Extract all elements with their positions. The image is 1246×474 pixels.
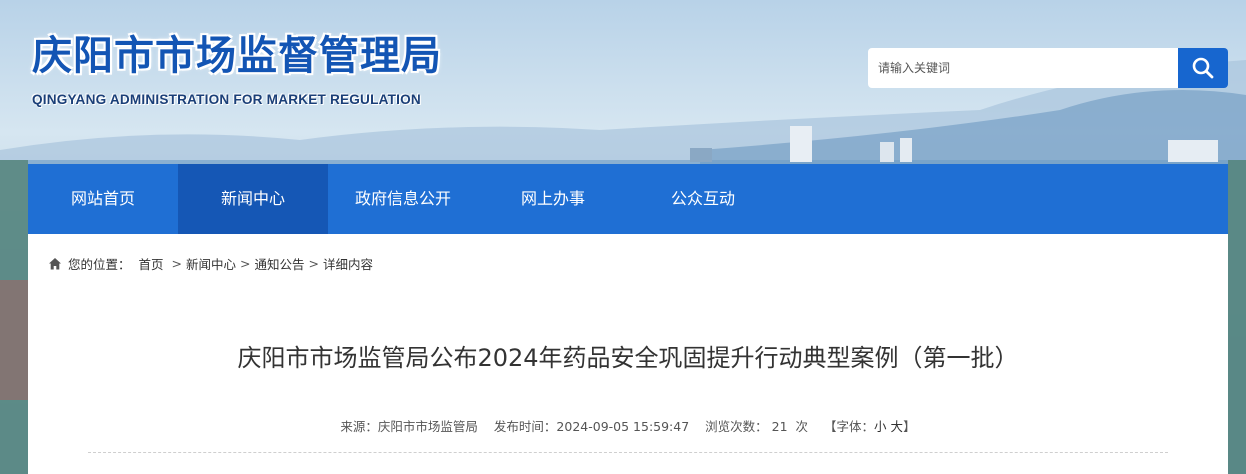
breadcrumb-separator: > (240, 256, 251, 271)
search-input[interactable] (868, 48, 1178, 88)
font-size-label: 【字体： (824, 419, 875, 434)
article-source: 来源：庆阳市市场监管局 (340, 419, 478, 434)
nav-item-news-center[interactable]: 新闻中心 (178, 164, 328, 234)
search-button[interactable] (1178, 48, 1228, 88)
nav-item-online-services[interactable]: 网上办事 (478, 164, 628, 234)
breadcrumb-current: 详细内容 (322, 257, 373, 272)
nav-item-gov-info[interactable]: 政府信息公开 (328, 164, 478, 234)
article-views: 浏览次数： 21 次 (705, 419, 808, 434)
home-icon (49, 257, 61, 269)
breadcrumb-news-center[interactable]: 新闻中心 (186, 254, 236, 273)
article-title: 庆阳市市场监管局公布2024年药品安全巩固提升行动典型案例（第一批） (237, 344, 1019, 372)
content-panel: 您的位置： 首页 > 新闻中心 > 通知公告 > 详细内容 庆阳市市场监管局公布… (28, 234, 1228, 474)
font-size-close: 】 (903, 419, 916, 434)
article-publish-time: 发布时间：2024-09-05 15:59:47 (493, 419, 690, 434)
main-nav: 网站首页 新闻中心 政府信息公开 网上办事 公众互动 (28, 164, 1228, 234)
site-logo-title[interactable]: 庆阳市市场监督管理局 (32, 36, 442, 76)
views-count: 21 (771, 419, 788, 434)
breadcrumb: 您的位置： 首页 > 新闻中心 > 通知公告 > 详细内容 (48, 254, 373, 273)
breadcrumb-separator: > (308, 256, 319, 271)
search-bar (868, 48, 1228, 88)
nav-item-public-interaction[interactable]: 公众互动 (628, 164, 778, 234)
font-small-button[interactable]: 小 (874, 419, 887, 434)
nav-item-home[interactable]: 网站首页 (28, 164, 178, 234)
search-icon (1192, 57, 1214, 79)
breadcrumb-notices[interactable]: 通知公告 (254, 254, 304, 273)
breadcrumb-prefix: 您的位置： (68, 257, 131, 272)
views-unit: 次 (795, 419, 809, 434)
breadcrumb-separator: > (167, 256, 182, 271)
site-logo-subtitle: QINGYANG ADMINISTRATION FOR MARKET REGUL… (32, 92, 421, 107)
meta-divider (88, 452, 1168, 453)
article-meta: 来源：庆阳市市场监管局 发布时间：2024-09-05 15:59:47 浏览次… (28, 416, 1228, 435)
font-large-button[interactable]: 大 (891, 419, 904, 434)
font-size-control: 【字体：小 大】 (824, 419, 916, 434)
breadcrumb-home[interactable]: 首页 (139, 254, 164, 273)
views-label: 浏览次数： (705, 419, 768, 434)
